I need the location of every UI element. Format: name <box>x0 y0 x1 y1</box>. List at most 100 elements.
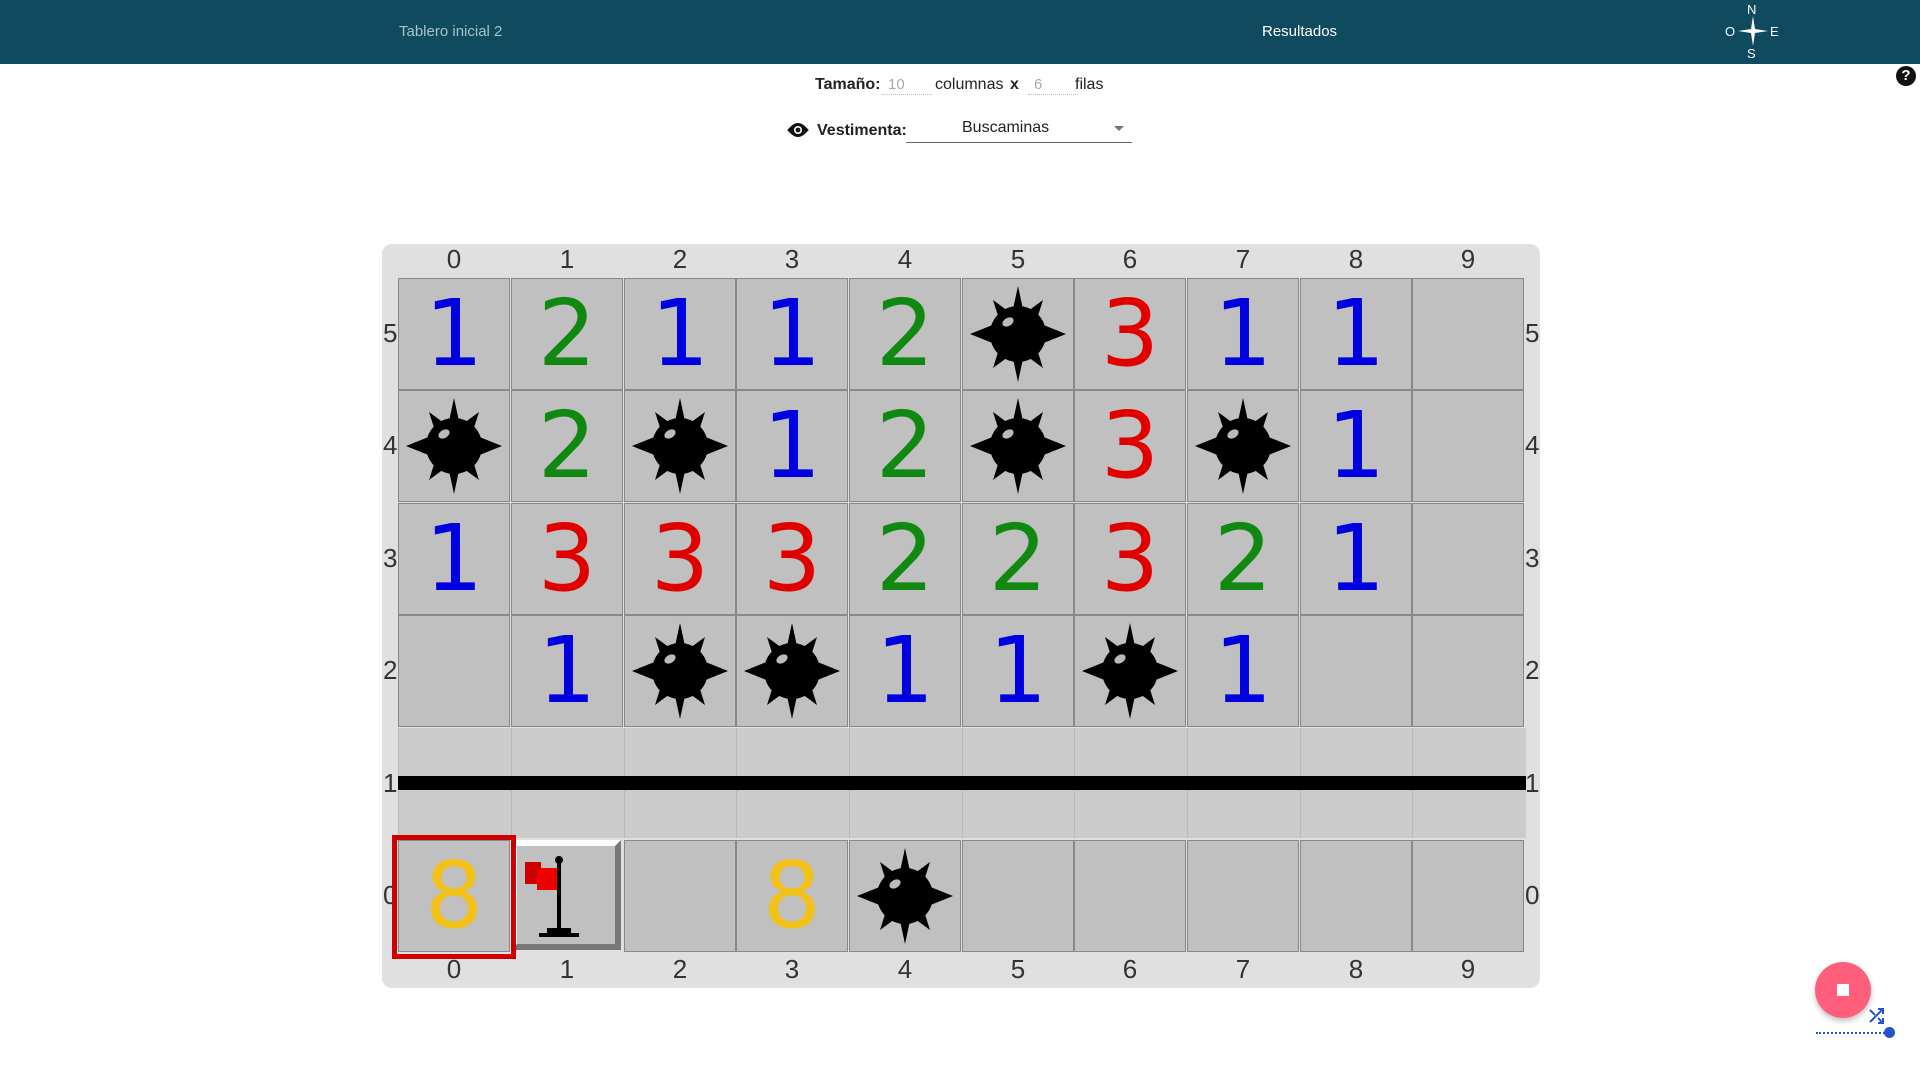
column-coordinate: 9 <box>1460 954 1476 984</box>
board-cell[interactable]: 1 <box>736 278 848 390</box>
wall-row <box>398 728 1526 838</box>
board-cell[interactable] <box>1412 615 1524 727</box>
board-cell[interactable]: 1 <box>1187 615 1299 727</box>
column-coordinate: 7 <box>1235 244 1251 274</box>
mine-icon <box>632 398 728 494</box>
board-cell[interactable]: 3 <box>624 503 736 615</box>
top-bar: Tablero inicial 2 Resultados N O E S <box>0 0 1920 64</box>
chevron-down-icon <box>1114 126 1124 131</box>
columns-label: columnas <box>935 76 1004 93</box>
board-cell[interactable]: 2 <box>1187 503 1299 615</box>
row-coordinate: 5 <box>1525 318 1540 348</box>
flag-icon <box>525 856 579 937</box>
board-cell[interactable] <box>1187 840 1299 952</box>
board-cell[interactable] <box>1412 278 1524 390</box>
column-coordinate: 5 <box>1010 954 1026 984</box>
board-cell-mine[interactable] <box>624 390 736 502</box>
board-cell[interactable]: 1 <box>398 503 510 615</box>
outfit-label: Vestimenta: <box>817 122 907 139</box>
shuffle-icon[interactable] <box>1868 1007 1886 1025</box>
board-cell[interactable]: 1 <box>1300 278 1412 390</box>
speed-slider[interactable] <box>1816 1026 1898 1040</box>
board-cell[interactable]: 1 <box>849 615 961 727</box>
board-cell[interactable]: 1 <box>1300 503 1412 615</box>
tab-initial-board[interactable]: Tablero inicial 2 <box>399 0 502 64</box>
column-coordinate: 8 <box>1348 954 1364 984</box>
column-coordinate: 6 <box>1122 244 1138 274</box>
board-cell[interactable] <box>962 840 1074 952</box>
board-cell[interactable] <box>1300 840 1412 952</box>
board-cell[interactable]: 3 <box>1074 390 1186 502</box>
board-cell[interactable]: 1 <box>624 278 736 390</box>
column-coordinate: 3 <box>784 954 800 984</box>
board-cell[interactable] <box>1412 503 1524 615</box>
board-cell-mine[interactable] <box>624 615 736 727</box>
mine-icon <box>970 286 1066 382</box>
board-cell[interactable]: 3 <box>736 503 848 615</box>
board-cell[interactable]: 1 <box>511 615 623 727</box>
board-cell[interactable] <box>1412 840 1524 952</box>
board-cell[interactable]: 2 <box>511 278 623 390</box>
board-cell-mine[interactable] <box>962 390 1074 502</box>
board-cell[interactable]: 1 <box>398 278 510 390</box>
board-cell-mine[interactable] <box>849 840 961 952</box>
board-cell[interactable] <box>1412 390 1524 502</box>
size-controls: Tamaño: columnas x filas <box>0 74 1920 96</box>
board-cell[interactable]: 1 <box>1300 390 1412 502</box>
board-cell[interactable]: 2 <box>962 503 1074 615</box>
mine-icon <box>857 848 953 944</box>
rows-label: filas <box>1075 76 1104 93</box>
board: 0 1 2 3 4 5 6 7 8 9 0 1 2 3 4 5 6 7 8 9 … <box>382 244 1540 988</box>
column-coordinate: 3 <box>784 244 800 274</box>
rows-input[interactable] <box>1028 74 1078 95</box>
board-cell-mine[interactable] <box>1074 615 1186 727</box>
row-coordinate: 3 <box>1525 543 1540 573</box>
board-cell[interactable]: 2 <box>511 390 623 502</box>
wall-bar <box>398 776 1526 790</box>
board-cell[interactable] <box>624 840 736 952</box>
board-cell[interactable] <box>1074 840 1186 952</box>
board-cell[interactable] <box>398 615 510 727</box>
size-label: Tamaño: <box>815 76 881 93</box>
board-cell-mine[interactable] <box>398 390 510 502</box>
head-cursor <box>392 835 516 959</box>
board-cell[interactable]: 1 <box>962 615 1074 727</box>
slider-thumb[interactable] <box>1884 1027 1895 1038</box>
board-cell[interactable]: 1 <box>1187 278 1299 390</box>
board-cell[interactable]: 3 <box>511 503 623 615</box>
board-cell[interactable] <box>1300 615 1412 727</box>
outfit-select[interactable]: Buscaminas <box>906 116 1132 143</box>
column-coordinate: 0 <box>446 244 462 274</box>
board-cell[interactable]: 1 <box>736 390 848 502</box>
stop-button[interactable] <box>1815 962 1871 1018</box>
board-cell[interactable]: 2 <box>849 278 961 390</box>
board-cell[interactable]: 3 <box>1074 278 1186 390</box>
compass-east-label: E <box>1770 24 1779 39</box>
compass-icon: N O E S <box>1714 2 1794 62</box>
board-cell[interactable]: 2 <box>849 390 961 502</box>
row-coordinate: 4 <box>1525 430 1540 460</box>
board-cell[interactable]: 8 <box>736 840 848 952</box>
mine-icon <box>1082 623 1178 719</box>
column-coordinate: 9 <box>1460 244 1476 274</box>
board-cell-mine[interactable] <box>962 278 1074 390</box>
column-coordinate: 2 <box>672 244 688 274</box>
board-cell-mine[interactable] <box>1187 390 1299 502</box>
column-coordinate: 5 <box>1010 244 1026 274</box>
outfit-controls: Vestimenta: Buscaminas <box>0 116 1920 144</box>
columns-input[interactable] <box>882 74 932 95</box>
column-coordinate: 1 <box>559 244 575 274</box>
compass-north-label: N <box>1747 2 1757 17</box>
stop-icon <box>1837 984 1849 996</box>
row-coordinate: 1 <box>1525 768 1540 798</box>
board-cell[interactable]: 3 <box>1074 503 1186 615</box>
board-cell[interactable]: 2 <box>849 503 961 615</box>
slider-track <box>1816 1032 1888 1034</box>
board-cell-flag[interactable] <box>511 840 621 950</box>
board-cell-mine[interactable] <box>736 615 848 727</box>
compass-west-label: O <box>1725 24 1736 39</box>
tab-results[interactable]: Resultados <box>1262 0 1337 64</box>
compass-south-label: S <box>1747 46 1756 61</box>
column-coordinate: 4 <box>897 954 913 984</box>
column-coordinate: 6 <box>1122 954 1138 984</box>
